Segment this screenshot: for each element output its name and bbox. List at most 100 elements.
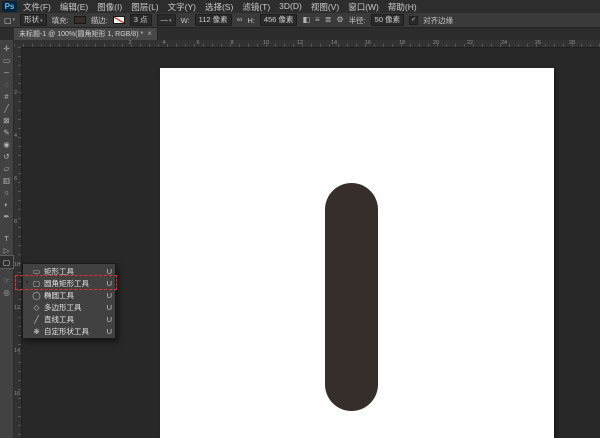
- rectangular-marquee-tool[interactable]: ▭: [0, 54, 13, 66]
- dodge-tool[interactable]: ◐: [0, 198, 13, 210]
- document-title: 未标题-1 @ 100%(圆角矩形 1, RGB/8) *: [19, 29, 143, 39]
- tool-mode-select[interactable]: 形状▾: [20, 14, 47, 26]
- document-workspace: [22, 47, 600, 438]
- menu-item[interactable]: 图层(L): [131, 1, 158, 13]
- menu-item[interactable]: 选择(S): [205, 1, 233, 13]
- close-icon[interactable]: ×: [147, 30, 152, 38]
- flyout-item-label: 圆角矩形工具: [44, 278, 104, 289]
- menu-item[interactable]: 3D(D): [279, 1, 302, 13]
- flyout-item-shortcut: U: [107, 327, 112, 336]
- options-bar: ▢ ▾ 形状▾ 填充: 描边: 3 点 —▾ W: 112 像素 ∞ H: 45…: [0, 13, 600, 28]
- stroke-color-swatch[interactable]: [113, 16, 125, 24]
- vertical-ruler: 246810121416: [14, 47, 22, 438]
- flyout-item-shortcut: U: [107, 291, 112, 300]
- ruler-number: 20: [433, 40, 439, 46]
- flyout-item-label: 自定形状工具: [44, 326, 104, 337]
- type-tool[interactable]: T: [0, 232, 13, 244]
- menu-item[interactable]: 图像(I): [97, 1, 122, 13]
- stroke-width-input[interactable]: 3 点: [130, 14, 152, 26]
- ruler-number: 28: [569, 40, 575, 46]
- path-operations-icon[interactable]: ◧: [302, 15, 310, 25]
- radius-input[interactable]: 50 像素: [371, 14, 404, 26]
- lasso-tool[interactable]: ∽: [0, 66, 13, 78]
- eyedropper-tool[interactable]: ╱: [0, 102, 13, 114]
- align-edges-checkbox[interactable]: ✓: [409, 16, 418, 25]
- menu-item[interactable]: 帮助(H): [388, 1, 417, 13]
- pen-tool[interactable]: ✒: [0, 210, 13, 222]
- flyout-menu-item[interactable]: • ❋ 自定形状工具 U: [23, 325, 115, 337]
- ruler-number: 6: [14, 176, 17, 182]
- shape-tool-icon: ◇: [32, 303, 41, 312]
- menu-item[interactable]: 滤镜(T): [242, 1, 270, 13]
- shape-height-input[interactable]: 456 像素: [260, 14, 298, 26]
- shape-tool-icon: ◯: [32, 291, 41, 300]
- active-tool-preview[interactable]: ▢ ▾: [4, 16, 15, 25]
- stroke-label: 描边:: [91, 15, 108, 26]
- ruler-number: 2: [14, 90, 17, 96]
- menu-item[interactable]: 窗口(W): [348, 1, 379, 13]
- ruler-number: 8: [14, 219, 17, 225]
- ruler-number: 16: [365, 40, 371, 46]
- ruler-number: 12: [14, 305, 20, 311]
- brush-tool[interactable]: ✎: [0, 126, 13, 138]
- flyout-item-label: 直线工具: [44, 314, 104, 325]
- radius-label: 半径:: [349, 15, 366, 26]
- ruler-number: 14: [14, 348, 20, 354]
- clone-stamp-tool[interactable]: ◉: [0, 138, 13, 150]
- menu-item[interactable]: 文字(Y): [168, 1, 196, 13]
- flyout-item-shortcut: U: [107, 279, 112, 288]
- blur-tool[interactable]: ○: [0, 186, 13, 198]
- ruler-number: 18: [399, 40, 405, 46]
- flyout-item-shortcut: U: [107, 303, 112, 312]
- flyout-menu-item[interactable]: • ╱ 直线工具 U: [23, 313, 115, 325]
- photoshop-logo: Ps: [2, 1, 17, 12]
- menu-item[interactable]: 编辑(E): [60, 1, 88, 13]
- history-brush-tool[interactable]: ↺: [0, 150, 13, 162]
- path-arrangement-icon[interactable]: ≣: [325, 15, 332, 25]
- ruler-number: 10: [14, 262, 20, 268]
- ruler-number: 14: [331, 40, 337, 46]
- tab-bar: 未标题-1 @ 100%(圆角矩形 1, RGB/8) * ×: [0, 28, 600, 40]
- move-tool[interactable]: ✛: [0, 42, 13, 54]
- fill-color-swatch[interactable]: [74, 16, 86, 24]
- flyout-menu-item[interactable]: • ▭ 矩形工具 U: [23, 265, 115, 277]
- flyout-item-label: 矩形工具: [44, 266, 104, 277]
- hand-tool[interactable]: ☞: [0, 274, 13, 286]
- eraser-tool[interactable]: ▱: [0, 162, 13, 174]
- tools-panel: ✛▭∽◌#╱⊠✎◉↺▱▥○◐✒ T▷▢ ☞◎: [0, 40, 14, 438]
- menu-bar: Ps 文件(F) 编辑(E) 图像(I) 图层(L) 文字(Y) 选择(S) 滤镜(T) 3D…: [0, 0, 600, 14]
- path-alignment-icon[interactable]: ≡: [315, 15, 320, 25]
- ruler-number: 24: [501, 40, 507, 46]
- line-style-icon: —: [161, 15, 169, 24]
- gear-icon[interactable]: ⚙: [336, 15, 343, 25]
- crop-tool[interactable]: #: [0, 90, 13, 102]
- healing-brush-tool[interactable]: ⊠: [0, 114, 13, 126]
- shape-tool-icon: ╱: [32, 315, 41, 324]
- menu-item[interactable]: 视图(V): [311, 1, 339, 13]
- gradient-tool[interactable]: ▥: [0, 174, 13, 186]
- shape-tool-icon: ❋: [32, 327, 41, 336]
- quick-selection-tool[interactable]: ◌: [0, 78, 13, 90]
- rounded-rectangle-shape[interactable]: [325, 183, 378, 411]
- zoom-tool[interactable]: ◎: [0, 286, 13, 298]
- stroke-style-select[interactable]: —▾: [157, 14, 176, 26]
- path-selection-tool[interactable]: ▷: [0, 244, 13, 256]
- flyout-menu-item[interactable]: • ◇ 多边形工具 U: [23, 301, 115, 313]
- canvas[interactable]: [160, 68, 554, 438]
- ruler-number: 6: [196, 40, 199, 46]
- fill-label: 填充:: [52, 15, 69, 26]
- rounded-rectangle-tool[interactable]: ▢: [0, 256, 13, 268]
- flyout-item-label: 多边形工具: [44, 302, 104, 313]
- ruler-number: 26: [535, 40, 541, 46]
- menu-item[interactable]: 文件(F): [23, 1, 51, 13]
- chevron-down-icon: ▾: [40, 18, 43, 24]
- align-edges-label: 对齐边缘: [423, 15, 453, 26]
- flyout-menu-item[interactable]: • ▢ 圆角矩形工具 U: [23, 277, 115, 289]
- width-label: W:: [181, 16, 190, 25]
- document-tab[interactable]: 未标题-1 @ 100%(圆角矩形 1, RGB/8) * ×: [14, 28, 158, 40]
- shape-width-input[interactable]: 112 像素: [195, 14, 232, 26]
- link-dimensions-icon[interactable]: ∞: [237, 15, 243, 25]
- flyout-menu-item[interactable]: • ◯ 椭圆工具 U: [23, 289, 115, 301]
- shape-tool-icon: ▢: [32, 279, 41, 288]
- ruler-number: 4: [162, 40, 165, 46]
